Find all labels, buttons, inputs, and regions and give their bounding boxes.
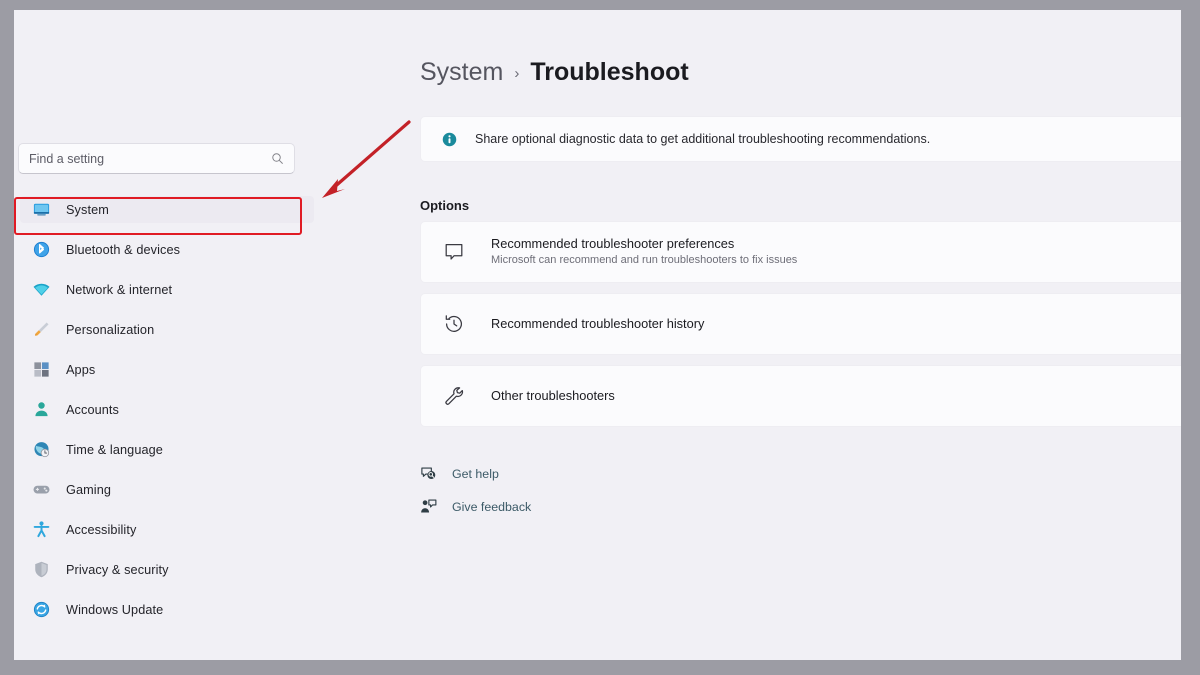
gamepad-icon [32,480,51,499]
sidebar-item-time-language[interactable]: Time & language [20,436,314,463]
person-icon [32,400,51,419]
diagnostic-data-banner[interactable]: Share optional diagnostic data to get ad… [420,116,1181,162]
link-label: Give feedback [452,499,532,514]
footer-links: Get help Give feedback [420,465,531,531]
sidebar-item-accounts[interactable]: Accounts [20,396,314,423]
sidebar-item-label: System [66,202,109,217]
sidebar-item-label: Personalization [66,322,155,337]
card-texts: Recommended troubleshooter history [491,315,704,332]
apps-grid-icon [32,360,51,379]
card-title: Recommended troubleshooter history [491,316,705,332]
sidebar-item-label: Privacy & security [66,562,169,577]
sidebar-item-accessibility[interactable]: Accessibility [20,516,314,543]
search-box[interactable] [18,143,295,174]
banner-text: Share optional diagnostic data to get ad… [475,132,931,146]
card-texts: Other troubleshooters [491,387,615,404]
wrench-icon [443,385,465,407]
card-title: Other troubleshooters [491,388,615,404]
search-input[interactable] [29,151,271,166]
globe-clock-icon [32,440,51,459]
sidebar-item-personalization[interactable]: Personalization [20,316,314,343]
sidebar-nav: System Bluetooth & devices Network & int… [14,196,320,636]
sidebar-item-label: Gaming [66,482,112,497]
sidebar-item-label: Windows Update [66,602,164,617]
screenshot-root: System Bluetooth & devices [0,0,1200,675]
sidebar-item-windows-update[interactable]: Windows Update [20,596,314,623]
sidebar-item-apps[interactable]: Apps [20,356,314,383]
sidebar-item-label: Network & internet [66,282,173,297]
sidebar-item-label: Accounts [66,402,119,417]
update-refresh-icon [32,600,51,619]
card-subtitle: Microsoft can recommend and run troubles… [491,254,798,267]
sidebar-item-label: Bluetooth & devices [66,242,181,257]
page-title: Troubleshoot [530,58,689,86]
breadcrumb: System › Troubleshoot [420,58,689,87]
monitor-icon [32,200,51,219]
speech-bubble-icon [443,241,465,263]
options-card-list: Recommended troubleshooter preferences M… [420,221,1181,437]
card-recommended-troubleshooter-preferences[interactable]: Recommended troubleshooter preferences M… [420,221,1181,283]
chevron-right-icon: › [514,65,520,82]
give-feedback-icon [420,498,437,515]
get-help-icon [420,465,437,482]
get-help-link[interactable]: Get help [420,465,531,482]
sidebar-item-label: Time & language [66,442,163,457]
sidebar-item-label: Accessibility [66,522,137,537]
give-feedback-link[interactable]: Give feedback [420,498,531,515]
sidebar-item-system[interactable]: System [20,196,314,223]
sidebar-item-network-internet[interactable]: Network & internet [20,276,314,303]
link-label: Get help [452,466,499,481]
search-icon[interactable] [271,152,284,165]
main-content: System › Troubleshoot Share optional dia… [320,10,1181,660]
breadcrumb-parent[interactable]: System [420,58,503,87]
bluetooth-icon [32,240,51,259]
card-texts: Recommended troubleshooter preferences M… [491,235,797,269]
settings-window: System Bluetooth & devices [14,10,1181,660]
info-icon [442,132,457,146]
card-title: Recommended troubleshooter preferences [491,235,735,251]
sidebar-item-bluetooth-devices[interactable]: Bluetooth & devices [20,236,314,263]
card-recommended-troubleshooter-history[interactable]: Recommended troubleshooter history [420,293,1181,355]
wifi-icon [32,280,51,299]
sidebar-item-label: Apps [66,362,96,377]
sidebar-item-privacy-security[interactable]: Privacy & security [20,556,314,583]
shield-icon [32,560,51,579]
sidebar: System Bluetooth & devices [14,10,320,660]
history-clock-icon [443,313,465,335]
paintbrush-icon [32,320,51,339]
accessibility-person-icon [32,520,51,539]
card-other-troubleshooters[interactable]: Other troubleshooters [420,365,1181,427]
options-section-title: Options [420,198,470,213]
sidebar-item-gaming[interactable]: Gaming [20,476,314,503]
